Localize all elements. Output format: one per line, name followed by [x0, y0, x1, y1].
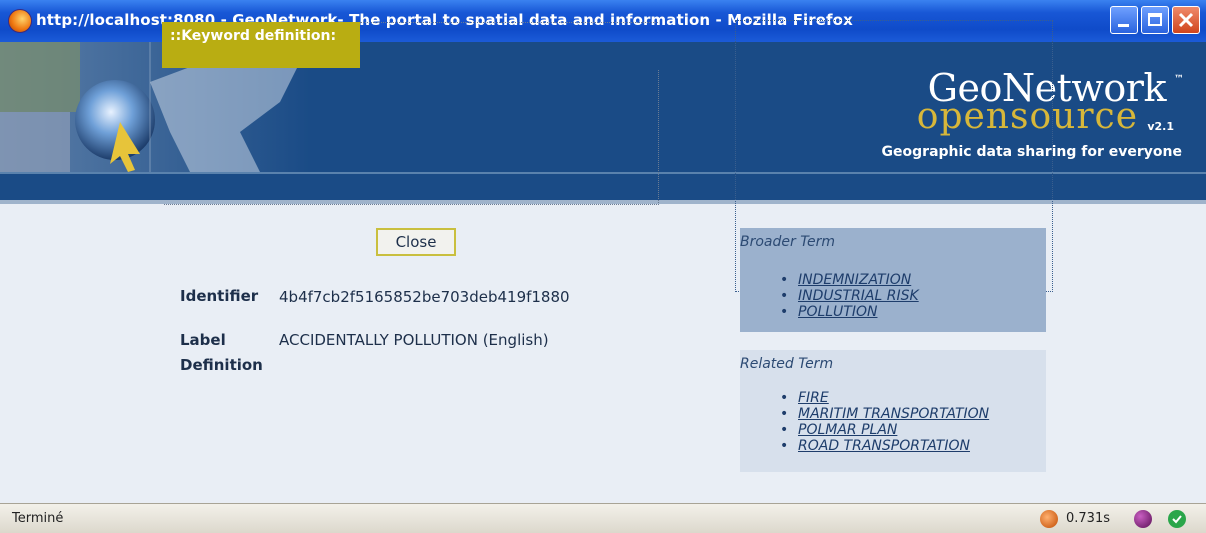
- broader-term-link[interactable]: POLLUTION: [780, 304, 919, 320]
- definition-label: Definition: [180, 356, 263, 374]
- label-label: Label: [180, 331, 226, 349]
- firefox-icon: [8, 9, 32, 33]
- keyword-box-top-border: [360, 22, 658, 23]
- broader-term-link[interactable]: INDUSTRIAL RISK: [780, 288, 919, 304]
- broader-term-section: Broader Term INDEMNIZATION INDUSTRIAL RI…: [740, 228, 1046, 332]
- keyword-definition-header: ::Keyword definition:: [162, 22, 360, 68]
- maximize-icon: [1148, 13, 1162, 26]
- window-title: http://localhost:8080 - GeoNetwork- The …: [36, 11, 853, 29]
- firebug-icon[interactable]: [1040, 510, 1058, 528]
- close-window-button[interactable]: [1172, 6, 1200, 34]
- related-term-link[interactable]: POLMAR PLAN: [780, 422, 989, 438]
- identifier-value: 4b4f7cb2f5165852be703deb419f1880: [279, 288, 570, 306]
- load-time: 0.731s: [1066, 511, 1110, 526]
- related-term-link[interactable]: FIRE: [780, 390, 989, 406]
- check-icon[interactable]: [1168, 510, 1186, 528]
- minimize-button[interactable]: [1110, 6, 1138, 34]
- checkmark-icon: [1172, 515, 1182, 524]
- minimize-icon: [1118, 24, 1129, 27]
- status-bar: Terminé 0.731s: [0, 503, 1206, 533]
- maximize-button[interactable]: [1141, 6, 1169, 34]
- related-term-title: Related Term: [740, 356, 834, 372]
- logo-trademark: ™: [1174, 74, 1184, 85]
- related-term-link[interactable]: MARITIM TRANSPORTATION: [780, 406, 989, 422]
- identifier-label: Identifier: [180, 287, 259, 305]
- broader-term-link[interactable]: INDEMNIZATION: [780, 272, 919, 288]
- related-term-link[interactable]: ROAD TRANSPORTATION: [780, 438, 989, 454]
- broader-term-title: Broader Term: [740, 234, 836, 250]
- related-term-section: Related Term FIRE MARITIM TRANSPORTATION…: [740, 350, 1046, 472]
- related-term-list: FIRE MARITIM TRANSPORTATION POLMAR PLAN …: [780, 390, 989, 454]
- label-value: ACCIDENTALLY POLLUTION (English): [279, 331, 549, 349]
- close-icon: [1178, 12, 1194, 28]
- logo-version: v2.1: [1147, 120, 1174, 133]
- extension-icon[interactable]: [1134, 510, 1152, 528]
- broader-term-list: INDEMNIZATION INDUSTRIAL RISK POLLUTION: [780, 272, 919, 320]
- status-text: Terminé: [12, 511, 64, 526]
- close-button[interactable]: Close: [376, 228, 456, 256]
- keyword-definition-box: [164, 70, 659, 205]
